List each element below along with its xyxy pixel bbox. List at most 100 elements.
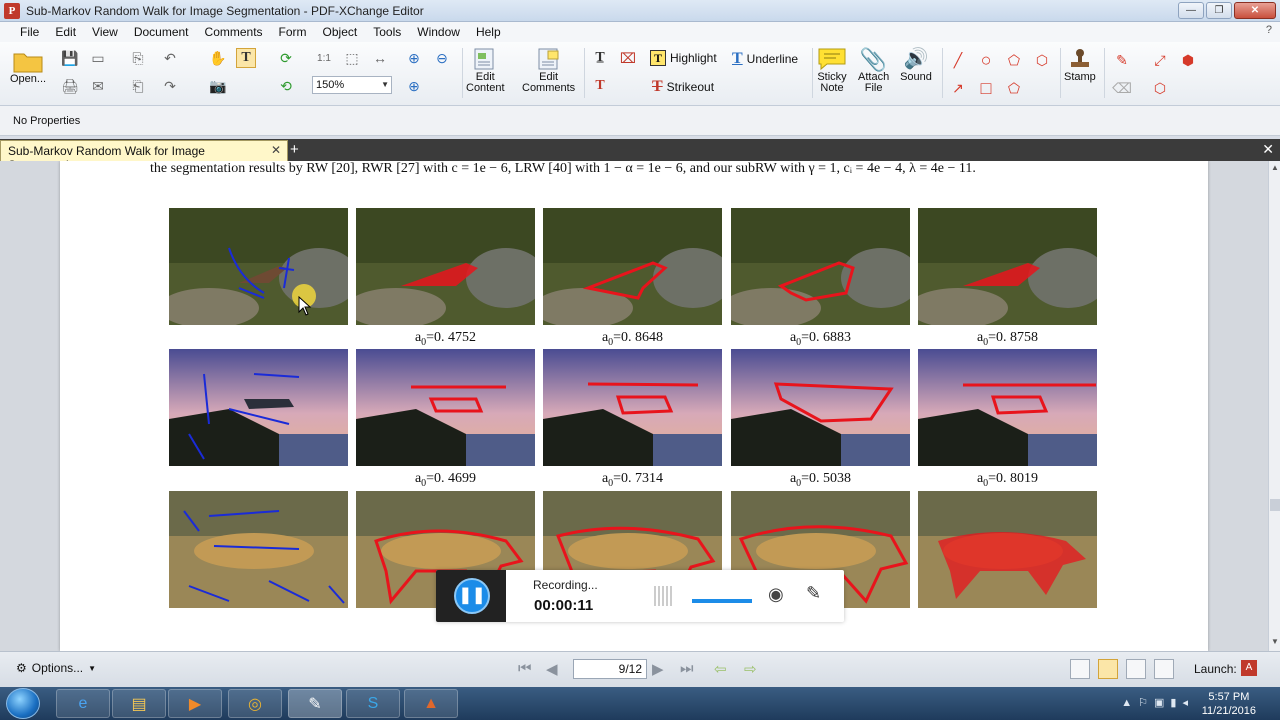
next-page-icon[interactable]: ▶ [652, 660, 664, 678]
webcam-icon[interactable]: ◉ [768, 584, 784, 605]
arrow-tool-icon[interactable]: ↗ [948, 78, 968, 98]
menu-document[interactable]: Document [126, 22, 197, 42]
polygon-line-icon[interactable]: ⬠ [1004, 50, 1024, 70]
stamp-button[interactable]: Stamp [1064, 46, 1096, 83]
email-icon[interactable]: ✉ [88, 76, 108, 96]
maximize-button[interactable]: ❐ [1206, 2, 1232, 19]
menu-window[interactable]: Window [409, 22, 468, 42]
pen-icon[interactable]: ✎ [806, 583, 821, 604]
close-all-icon[interactable]: ✕ [1262, 141, 1274, 158]
strikeout-button[interactable]: T Strikeout [652, 78, 714, 96]
ellipse-tool-icon[interactable]: ○ [976, 50, 996, 70]
menu-edit[interactable]: Edit [47, 22, 84, 42]
continuous-view-button[interactable] [1098, 659, 1118, 679]
menu-help[interactable]: Help [468, 22, 509, 42]
distance-tool-icon[interactable]: ⤢ [1150, 50, 1170, 70]
forward-view-icon[interactable]: ⇨ [744, 660, 757, 678]
zoom-select[interactable]: 150% ▼ [312, 76, 392, 94]
zoom-in-icon[interactable]: ⊕ [404, 48, 424, 68]
print-icon[interactable]: 🖨 [60, 76, 80, 96]
scroll-down-icon[interactable]: ▼ [1270, 637, 1280, 649]
adobe-reader-icon[interactable]: A [1241, 660, 1257, 676]
zoom-plus-icon[interactable]: ⊕ [404, 76, 424, 96]
chrome-icon[interactable]: ◎ [228, 689, 282, 718]
paperclip-icon: 📎 [859, 46, 888, 72]
file-explorer-icon[interactable]: ▤ [112, 689, 166, 718]
facing-continuous-view-button[interactable] [1154, 659, 1174, 679]
open-button[interactable]: Open... [10, 48, 46, 85]
pause-recording-button[interactable]: ❚❚ [454, 578, 490, 614]
sound-button[interactable]: 🔊 Sound [900, 46, 932, 83]
cloud-tool-icon[interactable]: ⬡ [1032, 50, 1052, 70]
first-page-icon[interactable]: ⏮ [518, 660, 532, 677]
close-icon[interactable]: ✕ [271, 143, 281, 157]
typewriter-icon[interactable]: T̲ [590, 48, 610, 68]
callout-icon[interactable]: ⌧ [618, 48, 638, 68]
internet-explorer-icon[interactable]: e [56, 689, 110, 718]
textbox-icon[interactable]: T [590, 76, 610, 96]
new-tab-icon[interactable]: + [290, 141, 299, 158]
menu-view[interactable]: View [84, 22, 126, 42]
zoom-out-icon[interactable]: ⊖ [432, 48, 452, 68]
copy-icon[interactable]: ⎘ [128, 48, 148, 68]
select-text-icon[interactable]: T [236, 48, 256, 68]
skype-icon[interactable]: S [346, 689, 400, 718]
minimize-button[interactable]: — [1178, 2, 1204, 19]
system-tray[interactable]: ▲⚐▣▮◂ [1121, 696, 1194, 709]
menu-form[interactable]: Form [271, 22, 315, 42]
redo-icon[interactable]: ↷ [160, 76, 180, 96]
fit-page-icon[interactable]: ⬚ [342, 48, 362, 68]
pencil-tool-icon[interactable]: ✎ [1112, 50, 1132, 70]
actual-size-icon[interactable]: 1:1 [314, 48, 334, 68]
volume-slider[interactable] [692, 599, 752, 603]
edit-comments-button[interactable]: Edit Comments [522, 46, 575, 94]
scan-icon[interactable]: ▭ [88, 48, 108, 68]
highlight-button[interactable]: T Highlight [650, 50, 717, 66]
vertical-scrollbar[interactable]: ▲ ▼ [1268, 161, 1280, 651]
previous-page-icon[interactable]: ◀ [546, 660, 558, 678]
single-page-view-button[interactable] [1070, 659, 1090, 679]
score-label: a0=0. 8019 [976, 471, 1039, 489]
undo-icon[interactable]: ↶ [160, 48, 180, 68]
help-icon[interactable]: ? [1266, 24, 1272, 36]
edit-content-button[interactable]: Edit Content [466, 46, 505, 94]
start-button[interactable] [6, 688, 40, 719]
polygon-tool-icon[interactable]: ⬠ [1004, 78, 1024, 98]
system-clock[interactable]: 5:57 PM 11/21/2016 [1202, 690, 1256, 718]
area-tool-icon[interactable]: ⬢ [1178, 50, 1198, 70]
attach-file-button[interactable]: 📎 Attach File [858, 46, 889, 94]
drag-handle[interactable] [654, 586, 672, 606]
menu-comments[interactable]: Comments [197, 22, 271, 42]
eraser-icon[interactable]: ⌫ [1112, 78, 1132, 98]
toolbar-separator [1060, 48, 1061, 98]
tab-active-document[interactable]: Sub-Markov Random Walk for Image Segment… [0, 140, 288, 172]
page-number-input[interactable]: 9/12 [573, 659, 647, 679]
rectangle-tool-icon[interactable]: □ [976, 78, 996, 98]
perimeter-tool-icon[interactable]: ⬡ [1150, 78, 1170, 98]
rotate-ccw-icon[interactable]: ⟲ [276, 76, 296, 96]
last-page-icon[interactable]: ⏭ [680, 660, 694, 677]
scroll-thumb[interactable] [1270, 499, 1280, 511]
menu-file[interactable]: File [12, 22, 47, 42]
underline-button[interactable]: T Underline [732, 50, 798, 68]
close-button[interactable]: ✕ [1234, 2, 1276, 19]
paste-icon[interactable]: ⎗ [128, 76, 148, 96]
save-icon[interactable]: 💾 [60, 48, 80, 68]
facing-view-button[interactable] [1126, 659, 1146, 679]
line-tool-icon[interactable]: ╱ [948, 50, 968, 70]
options-button[interactable]: ⚙ Options... ▼ [16, 661, 96, 675]
snapshot-icon[interactable]: 📷 [208, 76, 228, 96]
hand-tool-icon[interactable]: ✋ [208, 48, 228, 68]
back-view-icon[interactable]: ⇦ [714, 660, 727, 678]
sticky-note-button[interactable]: Sticky Note [816, 46, 848, 94]
attach-file-label-2: File [864, 82, 883, 94]
menu-object[interactable]: Object [315, 22, 366, 42]
app-icon: P [4, 2, 20, 19]
rotate-cw-icon[interactable]: ⟳ [276, 48, 296, 68]
menu-tools[interactable]: Tools [365, 22, 409, 42]
media-player-icon[interactable]: ▶ [168, 689, 222, 718]
pdf-xchange-icon[interactable]: ✎ [288, 689, 342, 718]
fit-width-icon[interactable]: ↔ [370, 48, 390, 68]
scroll-up-icon[interactable]: ▲ [1270, 163, 1280, 175]
matlab-icon[interactable]: ▲ [404, 689, 458, 718]
